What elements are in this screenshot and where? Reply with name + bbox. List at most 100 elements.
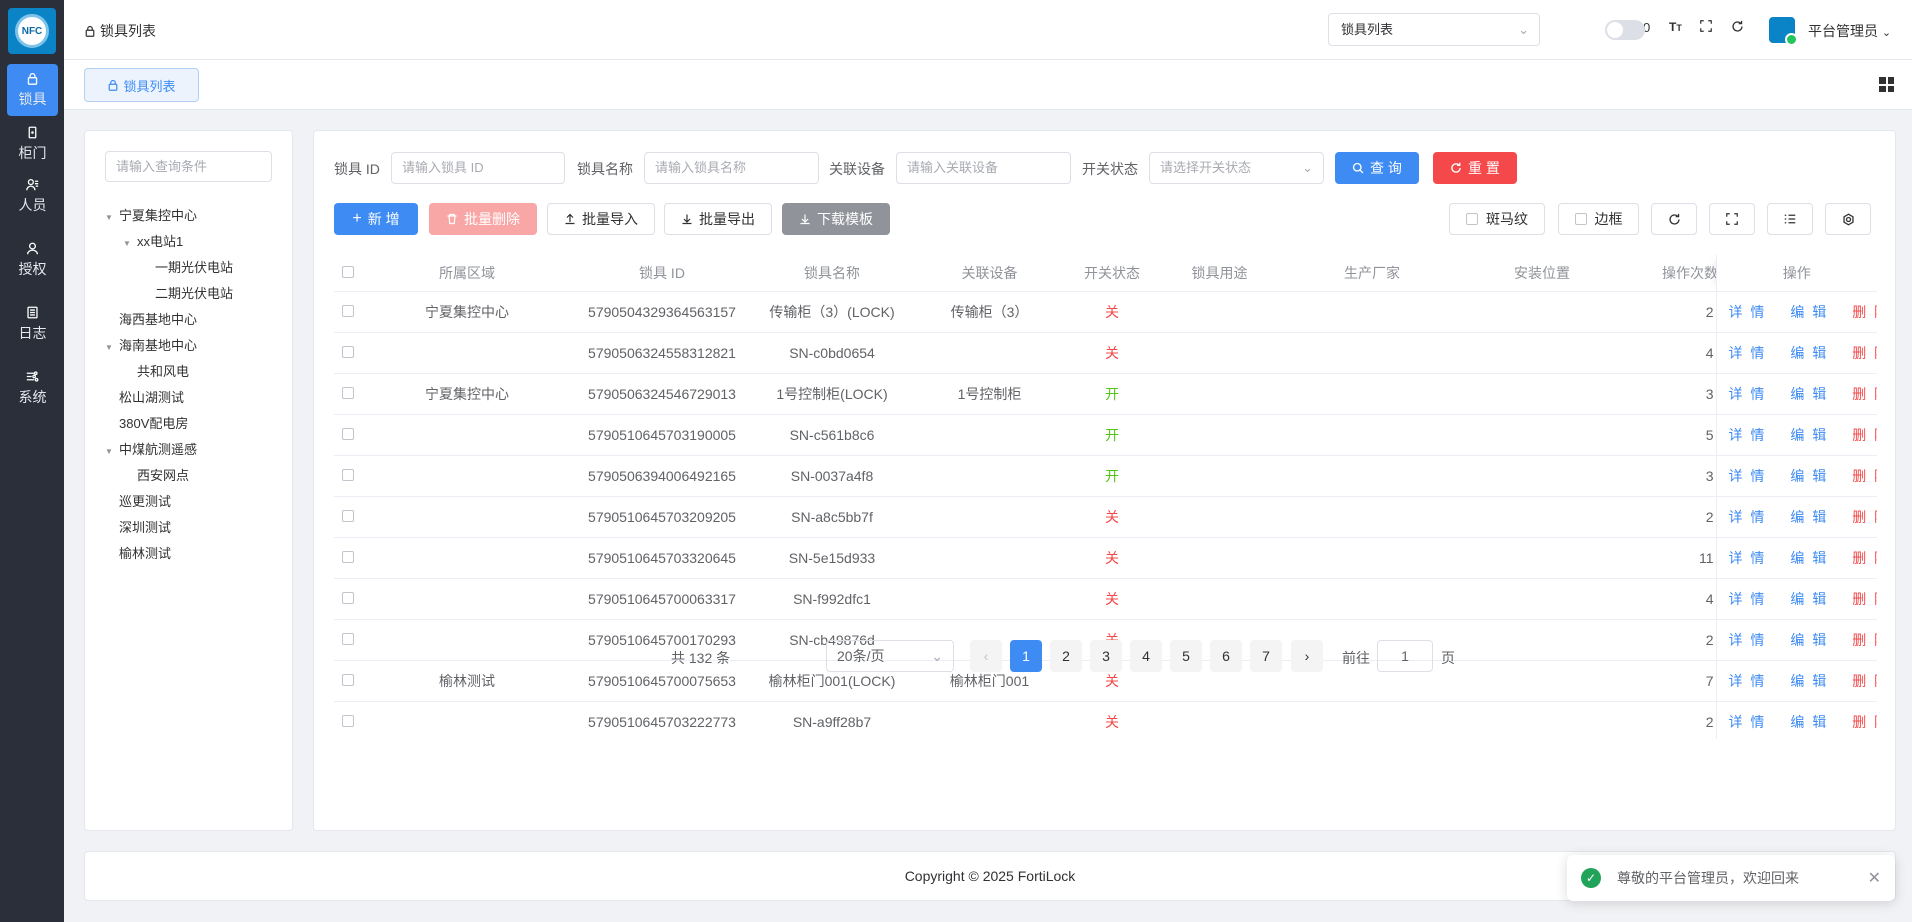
delete-button[interactable]: 删 除 [1852, 507, 1877, 527]
menu-search-select[interactable]: 锁具列表 ⌄ [1328, 13, 1540, 46]
tree-node[interactable]: ▼ 中煤航测遥感 [105, 441, 197, 459]
row-checkbox[interactable] [342, 714, 354, 727]
query-button[interactable]: 查 询 [1335, 152, 1419, 184]
tree-node[interactable]: 西安网点 [123, 467, 189, 485]
nav-item-users[interactable]: 人员 [7, 170, 58, 222]
tree-node[interactable]: 海西基地中心 [105, 311, 197, 329]
page-number-button[interactable]: 7 [1250, 640, 1282, 672]
detail-button[interactable]: 详 情 [1729, 425, 1767, 445]
close-icon[interactable]: ✕ [1868, 868, 1881, 888]
batch-export-button[interactable]: 批量导出 [664, 203, 772, 235]
detail-button[interactable]: 详 情 [1729, 466, 1767, 486]
detail-button[interactable]: 详 情 [1729, 507, 1767, 527]
page-number-button[interactable]: 3 [1090, 640, 1122, 672]
grid-menu-icon[interactable] [1879, 77, 1894, 92]
page-number-button[interactable]: 1 [1010, 640, 1042, 672]
row-checkbox[interactable] [342, 304, 354, 317]
stripe-toggle[interactable]: 斑马纹 [1449, 203, 1545, 235]
delete-button[interactable]: 删 除 [1852, 302, 1877, 322]
tree-node[interactable]: 380V配电房 [105, 415, 188, 433]
tree-node[interactable]: 榆林测试 [105, 545, 171, 563]
delete-button[interactable]: 删 除 [1852, 589, 1877, 609]
fullscreen-button[interactable] [1700, 20, 1712, 32]
row-checkbox[interactable] [342, 550, 354, 563]
prev-page-button[interactable]: ‹ [970, 640, 1002, 672]
delete-button[interactable]: 删 除 [1852, 343, 1877, 363]
page-number-button[interactable]: 5 [1170, 640, 1202, 672]
page-number-button[interactable]: 6 [1210, 640, 1242, 672]
delete-button[interactable]: 删 除 [1852, 671, 1877, 691]
column-header[interactable]: 锁具名称 [752, 255, 912, 292]
edit-button[interactable]: 编 辑 [1790, 425, 1828, 445]
next-page-button[interactable]: › [1291, 640, 1323, 672]
edit-button[interactable]: 编 辑 [1790, 589, 1828, 609]
edit-button[interactable]: 编 辑 [1790, 302, 1828, 322]
detail-button[interactable]: 详 情 [1729, 630, 1767, 650]
lock-name-input[interactable]: 请输入锁具名称 [644, 152, 819, 184]
edit-button[interactable]: 编 辑 [1790, 630, 1828, 650]
tree-node[interactable]: ▼ xx电站1 [123, 233, 183, 251]
border-toggle[interactable]: 边框 [1558, 203, 1639, 235]
tab-lock-list[interactable]: 锁具列表 [84, 68, 199, 102]
page-number-button[interactable]: 4 [1130, 640, 1162, 672]
nav-item-auth[interactable]: 授权 [7, 234, 58, 286]
detail-button[interactable]: 详 情 [1729, 548, 1767, 568]
edit-button[interactable]: 编 辑 [1790, 548, 1828, 568]
nav-item-lock[interactable]: 锁具 [7, 64, 58, 116]
row-checkbox[interactable] [342, 427, 354, 440]
tree-node[interactable]: 二期光伏电站 [141, 285, 233, 303]
reset-button[interactable]: 重 置 [1433, 152, 1517, 184]
row-checkbox[interactable] [342, 345, 354, 358]
batch-import-button[interactable]: 批量导入 [547, 203, 655, 235]
tree-node[interactable]: 深圳测试 [105, 519, 171, 537]
download-template-button[interactable]: 下载模板 [782, 203, 890, 235]
font-size-button[interactable]: TT [1669, 20, 1682, 34]
row-checkbox[interactable] [342, 386, 354, 399]
tree-node[interactable]: ▼ 海南基地中心 [105, 337, 197, 355]
density-button[interactable] [1767, 203, 1813, 235]
breadcrumb-item[interactable]: 锁具列表 [100, 21, 156, 41]
edit-button[interactable]: 编 辑 [1790, 466, 1828, 486]
avatar[interactable] [1769, 17, 1798, 46]
row-checkbox[interactable] [342, 673, 354, 686]
user-menu[interactable]: 平台管理员 ⌄ [1808, 21, 1891, 41]
detail-button[interactable]: 详 情 [1729, 384, 1767, 404]
column-header[interactable]: 所属区域 [362, 255, 572, 292]
delete-button[interactable]: 删 除 [1852, 630, 1877, 650]
lock-id-input[interactable]: 请输入锁具 ID [391, 152, 565, 184]
delete-button[interactable]: 删 除 [1852, 548, 1877, 568]
edit-button[interactable]: 编 辑 [1790, 671, 1828, 691]
nav-item-log[interactable]: 日志 [7, 298, 58, 350]
row-checkbox[interactable] [342, 509, 354, 522]
caret-down-icon[interactable]: ▼ [105, 339, 119, 357]
select-all-checkbox[interactable] [342, 265, 354, 278]
refresh-button[interactable] [1731, 20, 1744, 33]
column-header[interactable]: 安装位置 [1462, 255, 1622, 292]
column-settings-button[interactable] [1825, 203, 1871, 235]
device-input[interactable]: 请输入关联设备 [896, 152, 1071, 184]
detail-button[interactable]: 详 情 [1729, 712, 1767, 732]
tree-node[interactable]: 松山湖测试 [105, 389, 184, 407]
delete-button[interactable]: 删 除 [1852, 466, 1877, 486]
caret-down-icon[interactable]: ▼ [105, 209, 119, 227]
tree-node[interactable]: 一期光伏电站 [141, 259, 233, 277]
row-checkbox[interactable] [342, 591, 354, 604]
edit-button[interactable]: 编 辑 [1790, 507, 1828, 527]
row-checkbox[interactable] [342, 468, 354, 481]
theme-toggle[interactable] [1605, 20, 1645, 40]
table-fullscreen-button[interactable] [1709, 203, 1755, 235]
status-select[interactable]: 请选择开关状态 ⌄ [1149, 152, 1324, 184]
page-size-select[interactable]: 20条/页 ⌄ [826, 640, 954, 672]
column-header[interactable]: 锁具 ID [572, 255, 752, 292]
caret-down-icon[interactable]: ▼ [123, 235, 137, 253]
column-header[interactable]: 关联设备 [912, 255, 1067, 292]
tree-node[interactable]: 共和风电 [123, 363, 189, 381]
column-header[interactable]: 开关状态 [1067, 255, 1157, 292]
column-header[interactable]: 生产厂家 [1282, 255, 1462, 292]
caret-down-icon[interactable]: ▼ [105, 443, 119, 461]
delete-button[interactable]: 删 除 [1852, 384, 1877, 404]
nav-item-system[interactable]: 系统 [7, 362, 58, 414]
delete-button[interactable]: 删 除 [1852, 425, 1877, 445]
edit-button[interactable]: 编 辑 [1790, 384, 1828, 404]
edit-button[interactable]: 编 辑 [1790, 712, 1828, 732]
